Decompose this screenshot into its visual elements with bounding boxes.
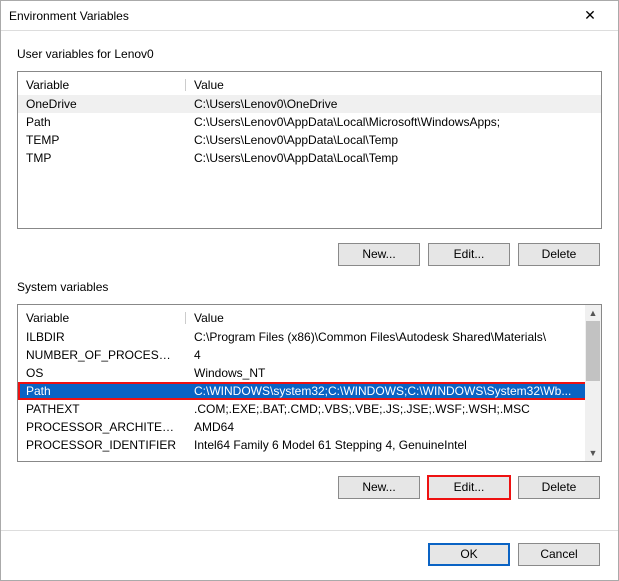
cell-value: .COM;.EXE;.BAT;.CMD;.VBS;.VBE;.JS;.JSE;.… bbox=[186, 400, 601, 418]
table-row[interactable]: PATHEXT .COM;.EXE;.BAT;.CMD;.VBS;.VBE;.J… bbox=[18, 400, 601, 418]
col-header-value[interactable]: Value bbox=[186, 309, 601, 328]
table-row[interactable]: Path C:\Users\Lenov0\AppData\Local\Micro… bbox=[18, 113, 601, 131]
cell-value: AMD64 bbox=[186, 418, 601, 436]
cell-value: 4 bbox=[186, 346, 601, 364]
cell-variable: OS bbox=[18, 364, 186, 382]
cell-variable: PATHEXT bbox=[18, 400, 186, 418]
table-row[interactable]: PROCESSOR_IDENTIFIER Intel64 Family 6 Mo… bbox=[18, 436, 601, 454]
table-row[interactable]: OneDrive C:\Users\Lenov0\OneDrive bbox=[18, 95, 601, 113]
cancel-button[interactable]: Cancel bbox=[518, 543, 600, 566]
delete-button[interactable]: Delete bbox=[518, 476, 600, 499]
cell-variable: Path bbox=[18, 382, 186, 400]
close-icon[interactable]: ✕ bbox=[570, 7, 610, 24]
user-header-row: Variable Value bbox=[18, 76, 601, 95]
edit-button[interactable]: Edit... bbox=[428, 243, 510, 266]
cell-variable: NUMBER_OF_PROCESSORS bbox=[18, 346, 186, 364]
col-header-variable[interactable]: Variable bbox=[18, 309, 186, 328]
scroll-up-icon[interactable]: ▲ bbox=[585, 305, 601, 321]
table-row[interactable]: NUMBER_OF_PROCESSORS 4 bbox=[18, 346, 601, 364]
new-button[interactable]: New... bbox=[338, 476, 420, 499]
cell-variable: PROCESSOR_ARCHITECTURE bbox=[18, 418, 186, 436]
system-buttons: New... Edit... Delete bbox=[17, 470, 602, 499]
edit-button[interactable]: Edit... bbox=[428, 476, 510, 499]
col-header-value[interactable]: Value bbox=[186, 76, 601, 95]
system-vars-listbox[interactable]: Variable Value ILBDIR C:\Program Files (… bbox=[17, 304, 602, 462]
cell-value: C:\Program Files (x86)\Common Files\Auto… bbox=[186, 328, 601, 346]
ok-button[interactable]: OK bbox=[428, 543, 510, 566]
table-row[interactable]: PROCESSOR_ARCHITECTURE AMD64 bbox=[18, 418, 601, 436]
table-row[interactable]: TMP C:\Users\Lenov0\AppData\Local\Temp bbox=[18, 149, 601, 167]
system-header-row: Variable Value bbox=[18, 309, 601, 328]
scrollbar[interactable]: ▲ ▼ bbox=[585, 305, 601, 461]
cell-variable: OneDrive bbox=[18, 95, 186, 113]
cell-variable: TEMP bbox=[18, 131, 186, 149]
cell-value: Windows_NT bbox=[186, 364, 601, 382]
table-row-selected[interactable]: Path C:\WINDOWS\system32;C:\WINDOWS;C:\W… bbox=[18, 382, 601, 400]
user-buttons: New... Edit... Delete bbox=[17, 237, 602, 266]
scroll-down-icon[interactable]: ▼ bbox=[585, 445, 601, 461]
cell-variable: PROCESSOR_IDENTIFIER bbox=[18, 436, 186, 454]
scroll-thumb[interactable] bbox=[586, 321, 600, 381]
new-button[interactable]: New... bbox=[338, 243, 420, 266]
col-header-variable[interactable]: Variable bbox=[18, 76, 186, 95]
delete-button[interactable]: Delete bbox=[518, 243, 600, 266]
user-vars-listbox[interactable]: Variable Value OneDrive C:\Users\Lenov0\… bbox=[17, 71, 602, 229]
cell-variable: ILBDIR bbox=[18, 328, 186, 346]
cell-variable: Path bbox=[18, 113, 186, 131]
titlebar: Environment Variables ✕ bbox=[1, 1, 618, 31]
dialog-content: User variables for Lenov0 Variable Value… bbox=[1, 31, 618, 530]
cell-variable: TMP bbox=[18, 149, 186, 167]
table-row[interactable]: TEMP C:\Users\Lenov0\AppData\Local\Temp bbox=[18, 131, 601, 149]
window-title: Environment Variables bbox=[9, 9, 570, 23]
cell-value: C:\Users\Lenov0\AppData\Local\Microsoft\… bbox=[186, 113, 601, 131]
cell-value: C:\WINDOWS\system32;C:\WINDOWS;C:\WINDOW… bbox=[186, 382, 601, 400]
cell-value: Intel64 Family 6 Model 61 Stepping 4, Ge… bbox=[186, 436, 601, 454]
table-row[interactable]: OS Windows_NT bbox=[18, 364, 601, 382]
system-vars-label: System variables bbox=[17, 280, 602, 294]
dialog-footer: OK Cancel bbox=[1, 530, 618, 580]
user-vars-label: User variables for Lenov0 bbox=[17, 47, 602, 61]
cell-value: C:\Users\Lenov0\AppData\Local\Temp bbox=[186, 131, 601, 149]
cell-value: C:\Users\Lenov0\AppData\Local\Temp bbox=[186, 149, 601, 167]
table-row[interactable]: ILBDIR C:\Program Files (x86)\Common Fil… bbox=[18, 328, 601, 346]
cell-value: C:\Users\Lenov0\OneDrive bbox=[186, 95, 601, 113]
